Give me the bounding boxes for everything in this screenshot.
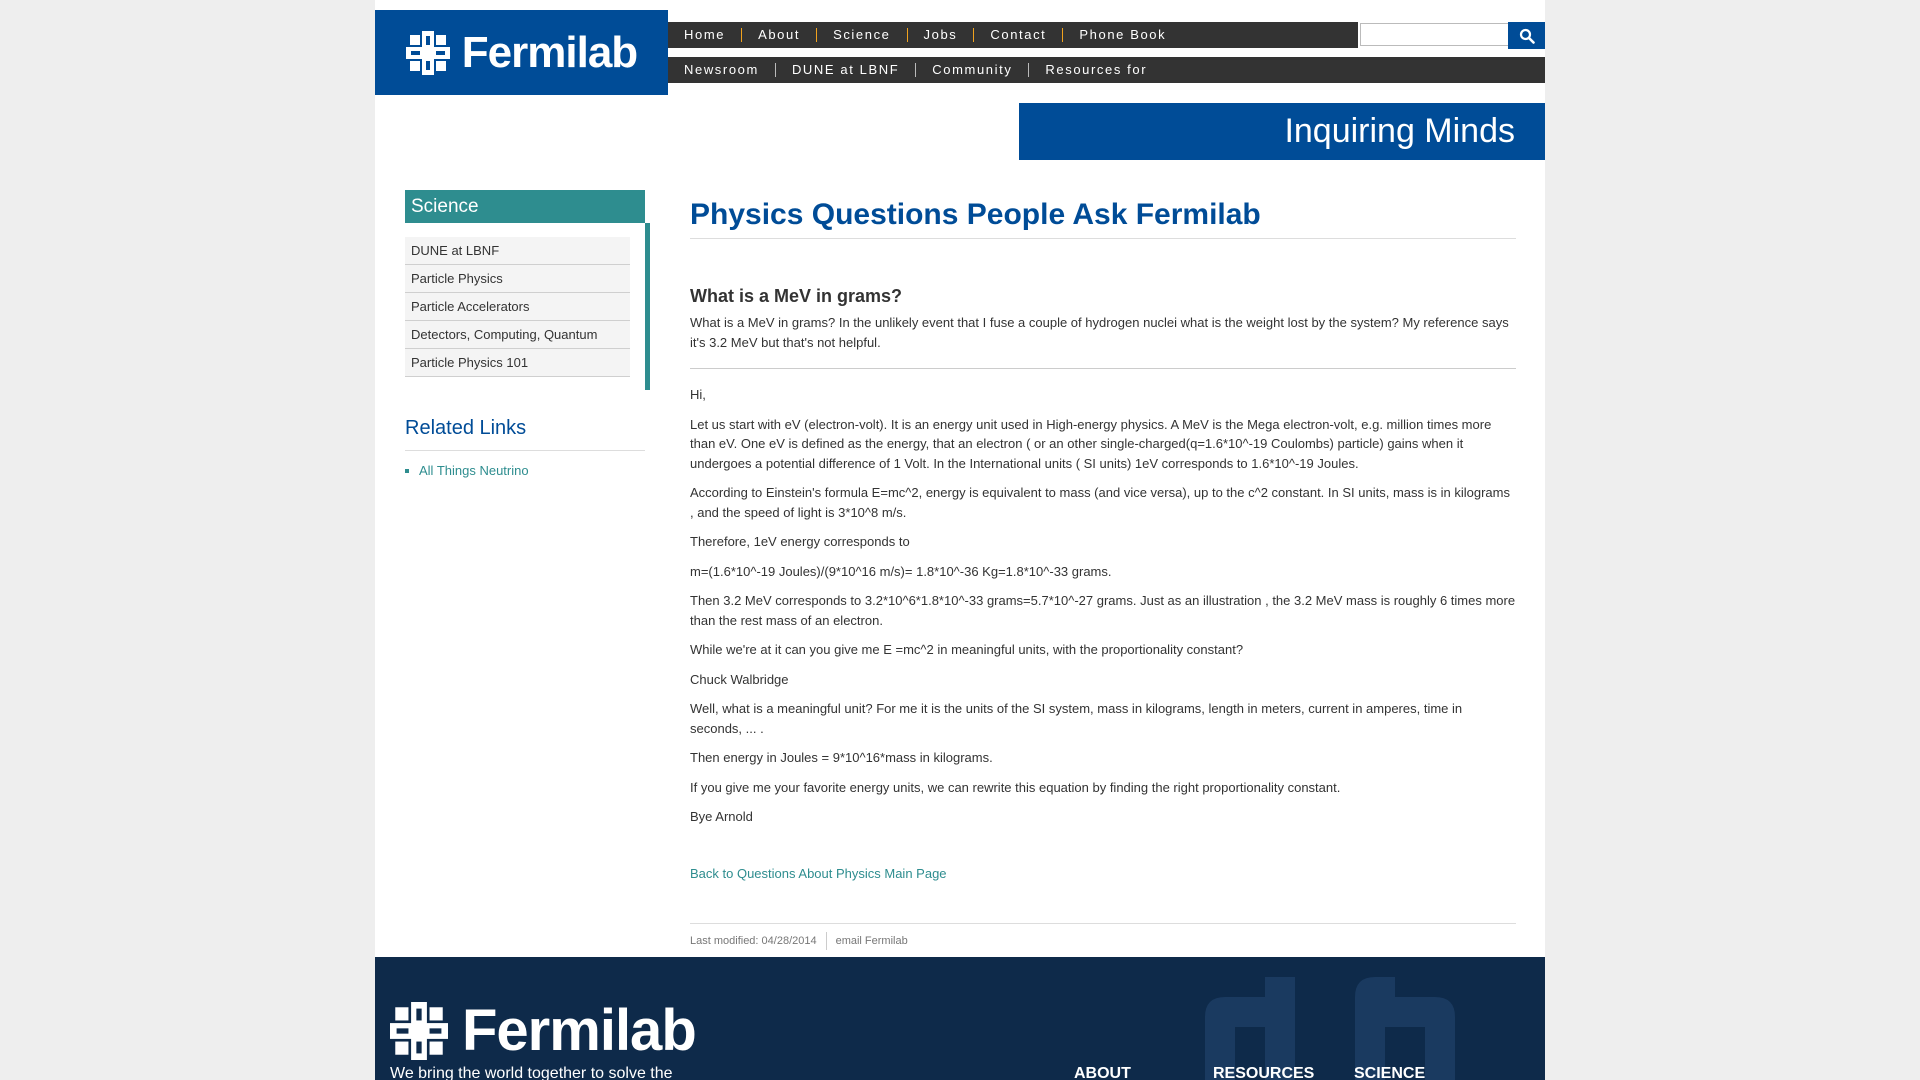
back-to-main-page-link[interactable]: Back to Questions About Physics Main Pag… (690, 866, 947, 881)
footer-tagline: We bring the world together to solve the (390, 1065, 673, 1080)
nav-item-home[interactable]: Home (668, 28, 741, 42)
footer-heading-resources[interactable]: RESOURCES (1213, 1065, 1314, 1080)
footer-heading-about[interactable]: ABOUT (1074, 1065, 1131, 1080)
footer-meta-divider (690, 922, 1516, 924)
answer-paragraph: Then energy in Joules = 9*10^16*mass in … (690, 750, 993, 765)
site-footer: Fermilab We bring the world together to … (375, 957, 1545, 1080)
answer-paragraph: Let us start with eV (electron-volt). It… (690, 416, 1492, 471)
answer-paragraph: If you give me your favorite energy unit… (690, 779, 1341, 795)
answer-paragraph: Well, what is a meaningful unit? For me … (690, 701, 1463, 736)
question-title: What is a MeV in grams? (690, 286, 903, 306)
page: Fermilab Home About Science Jobs Contact… (375, 0, 1545, 1080)
meta-separator (825, 931, 827, 950)
last-modified: Last modified: 04/28/2014 (690, 934, 817, 947)
answer-paragraph: Bye Arnold (690, 809, 753, 824)
answer-paragraph: According to Einstein's formula E=mc^2, … (690, 485, 1510, 520)
page-title: Physics Questions People Ask Fermilab (690, 198, 1261, 231)
related-link-all-things-neutrino[interactable]: All Things Neutrino (405, 463, 529, 478)
nav-item-jobs[interactable]: Jobs (906, 28, 974, 42)
section-banner: Inquiring Minds (1019, 103, 1545, 160)
related-links-divider (405, 450, 645, 451)
fermilab-logo[interactable]: Fermilab (375, 10, 668, 95)
footer-logo[interactable]: Fermilab (390, 997, 697, 1064)
fermilab-mark-icon (390, 1001, 448, 1060)
question-body: What is a MeV in grams? In the unlikely … (690, 315, 1509, 350)
nav-item-dune-at-lbnf[interactable]: DUNE at LBNF (774, 63, 915, 77)
answer-paragraph: Hi, (690, 387, 706, 402)
sidebar-item-detectors-computing-quantum[interactable]: Detectors, Computing, Quantum (405, 321, 630, 349)
page-meta: Last modified: 04/28/2014 email Fermilab (690, 931, 1516, 950)
sidebar-item-particle-accelerators[interactable]: Particle Accelerators (405, 293, 630, 321)
answer-paragraph: Therefore, 1eV energy corresponds to (690, 534, 910, 549)
search-input[interactable] (1360, 23, 1508, 46)
email-fermilab-link[interactable]: email Fermilab (836, 935, 908, 947)
footer-logo-wordmark: Fermilab (462, 998, 697, 1063)
search-icon (1519, 28, 1535, 44)
answer-body: Hi, Let us start with eV (electron-volt)… (690, 385, 1516, 827)
banner-title: Inquiring Minds (1284, 112, 1515, 150)
answer-paragraph: m=(1.6*10^-19 Joules)/(9*10^16 m/s)= 1.8… (690, 563, 1112, 579)
sidebar-section-title[interactable]: Science (405, 190, 645, 223)
fermilab-mark-icon (405, 30, 450, 75)
logo-wordmark: Fermilab (461, 27, 638, 77)
nav-item-contact[interactable]: Contact (973, 28, 1062, 42)
sidebar-item-particle-physics-101[interactable]: Particle Physics 101 (405, 349, 630, 377)
bullet-icon (405, 468, 409, 473)
secondary-nav: Newsroom DUNE at LBNF Community Resource… (668, 57, 1545, 83)
related-links-heading: Related Links (405, 417, 527, 439)
nav-item-science[interactable]: Science (816, 28, 906, 42)
related-links-list: All Things Neutrino (405, 463, 529, 478)
nav-item-community[interactable]: Community (915, 63, 1028, 77)
nav-item-newsroom[interactable]: Newsroom (668, 63, 775, 77)
answer-paragraph: While we're at it can you give me E =mc^… (690, 642, 1244, 657)
sidebar-menu: DUNE at LBNF Particle Physics Particle A… (405, 223, 650, 390)
answer-paragraph: Chuck Walbridge (690, 671, 789, 687)
question-divider (690, 368, 1516, 369)
search-button[interactable] (1508, 22, 1545, 49)
nav-item-resources-for[interactable]: Resources for (1028, 63, 1163, 77)
primary-nav: Home About Science Jobs Contact Phone Bo… (668, 22, 1358, 48)
answer-paragraph: Then 3.2 MeV corresponds to 3.2*10^6*1.8… (690, 593, 1516, 628)
sidebar-item-dune-at-lbnf[interactable]: DUNE at LBNF (405, 237, 630, 265)
main-content: Physics Questions People Ask Fermilab Wh… (690, 195, 1516, 950)
related-link-label: All Things Neutrino (419, 463, 529, 478)
title-divider (690, 238, 1516, 239)
nav-item-phone-book[interactable]: Phone Book (1062, 28, 1182, 42)
footer-heading-science[interactable]: SCIENCE (1354, 1065, 1425, 1080)
sidebar-item-particle-physics[interactable]: Particle Physics (405, 265, 630, 293)
nav-item-about[interactable]: About (741, 28, 816, 42)
